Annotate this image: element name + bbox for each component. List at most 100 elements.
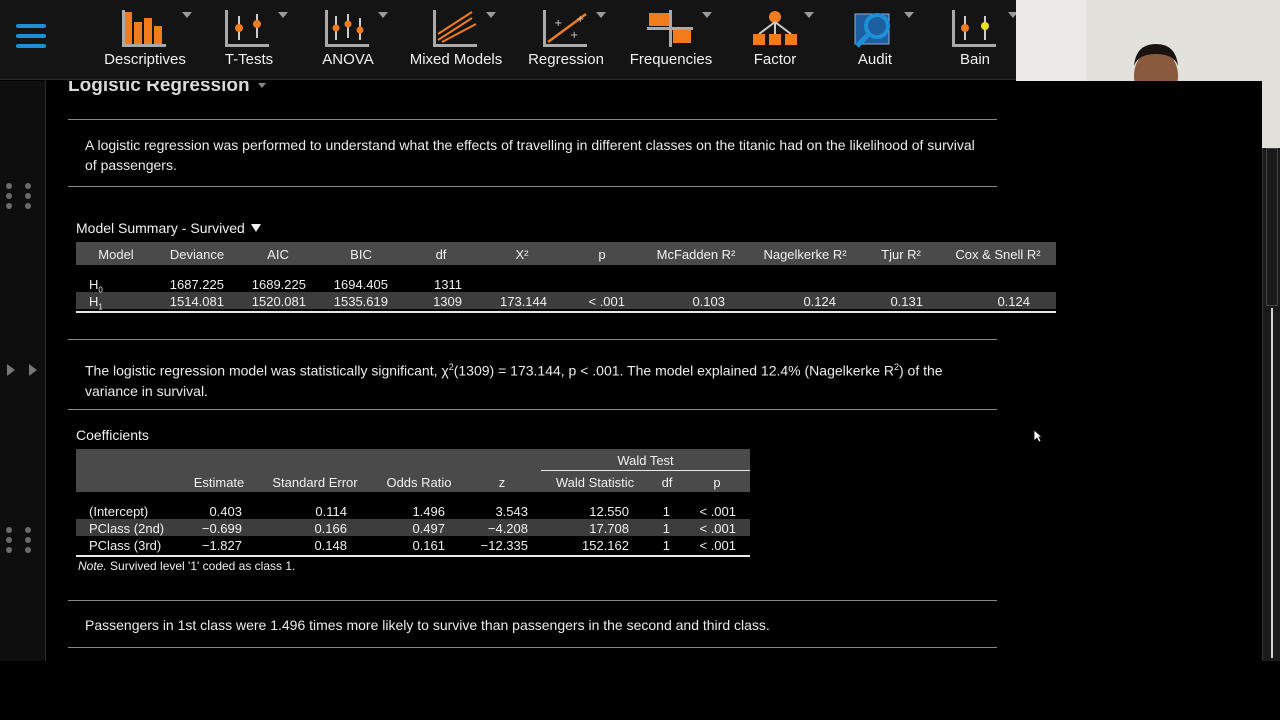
chevron-down-icon	[486, 12, 496, 18]
table-cell: 0.161	[412, 538, 445, 553]
table-bottom-rule	[76, 311, 1056, 313]
drag-handle-icon[interactable]	[6, 183, 36, 213]
factor-module-button[interactable]: Factor	[744, 8, 814, 72]
interpretation-text: ) of the	[899, 362, 943, 379]
interpretation-note-1: The logistic regression model was statis…	[85, 357, 985, 401]
chevron-down-icon	[702, 12, 712, 18]
interpretation-text: variance in survival.	[85, 382, 208, 399]
table-cell-term: PClass (3rd)	[89, 538, 162, 553]
footnote-label: Note.	[78, 559, 107, 573]
module-label: Bain	[959, 51, 991, 68]
factor-icon	[753, 11, 797, 45]
column-header: Standard Error	[272, 475, 358, 490]
column-header: df	[435, 247, 447, 262]
chevron-down-icon	[804, 12, 814, 18]
table-cell: < .001	[699, 538, 736, 553]
model-summary-title[interactable]: Model Summary - Survived	[76, 220, 261, 236]
results-pane: Logistic Regression A logistic regressio…	[47, 81, 1262, 661]
column-header: z	[498, 475, 506, 490]
table-cell: 173.144	[500, 294, 547, 309]
anova-icon	[325, 10, 369, 47]
table-cell: 1687.225	[169, 277, 224, 292]
divider	[68, 647, 997, 648]
module-label: ANOVA	[322, 51, 374, 68]
column-header: Tjur R²	[881, 247, 921, 262]
table-cell: −1.827	[201, 538, 242, 553]
regression-module-button[interactable]: + + + Regression	[526, 8, 606, 72]
table-cell: 1309	[433, 294, 462, 309]
table-cell: 1535.619	[333, 294, 388, 309]
module-ribbon: Descriptives T-Tests ANOVA Mixed Models	[0, 0, 1018, 80]
table-cell: 0.497	[412, 521, 445, 536]
audit-module-button[interactable]: Audit	[848, 8, 914, 72]
model-symbol: H	[89, 294, 99, 309]
table-cell: −12.335	[480, 538, 528, 553]
scrollbar-track[interactable]	[1271, 308, 1273, 658]
module-label: Audit	[857, 51, 893, 68]
table-cell: 1520.081	[251, 294, 306, 309]
table-cell: 17.708	[589, 521, 629, 536]
table-cell: 1694.405	[333, 277, 388, 292]
bar-chart-icon	[122, 10, 166, 47]
vertical-scrollbar[interactable]	[1262, 148, 1280, 661]
interpretation-text: (1309) = 173.144, p < .001. The model ex…	[453, 362, 894, 379]
table-cell: 1311	[434, 277, 462, 292]
table-cell: 0.148	[314, 538, 347, 553]
analysis-title[interactable]: Logistic Regression	[68, 81, 266, 97]
table-cell: 0.124	[997, 294, 1030, 309]
module-label: Frequencies	[629, 51, 713, 68]
bain-module-button[interactable]: Bain	[946, 8, 1018, 72]
module-label: Mixed Models	[409, 51, 503, 68]
bain-icon	[952, 10, 996, 47]
divider	[68, 600, 997, 601]
drag-handle-icon[interactable]	[6, 527, 36, 557]
module-label: Factor	[753, 51, 797, 68]
table-cell: 1689.225	[251, 277, 306, 292]
coefficients-title[interactable]: Coefficients	[76, 427, 149, 443]
table-cell: 1.496	[412, 504, 445, 519]
divider	[68, 186, 997, 187]
column-header: Estimate	[193, 475, 245, 490]
table-cell: 152.162	[582, 538, 629, 553]
table-cell: 0.114	[315, 504, 347, 519]
table-cell: 0.166	[314, 521, 347, 536]
intro-note: A logistic regression was performed to u…	[85, 137, 975, 173]
interpretation-note-2: Passengers in 1st class were 1.496 times…	[85, 617, 770, 633]
svg-text:+: +	[570, 30, 578, 41]
divider	[68, 119, 997, 120]
hamburger-menu-icon[interactable]	[16, 24, 46, 54]
anova-module-button[interactable]: ANOVA	[312, 8, 388, 72]
column-header: McFadden R²	[656, 247, 736, 262]
audit-icon	[854, 13, 890, 48]
table-cell-term: PClass (2nd)	[89, 521, 165, 536]
table-cell: 0.103	[692, 294, 725, 309]
column-header: AIC	[267, 247, 289, 262]
t-test-icon	[225, 10, 269, 47]
interpretation-text: The logistic regression model was statis…	[85, 362, 449, 379]
column-header: Model	[98, 247, 134, 262]
divider	[68, 409, 997, 410]
module-label: Descriptives	[104, 51, 186, 68]
table-cell-model: H0	[89, 277, 103, 295]
scrollbar-thumb[interactable]	[1266, 148, 1278, 306]
column-header: Cox & Snell R²	[955, 247, 1041, 262]
table-cell: < .001	[699, 504, 736, 519]
column-header: p	[713, 475, 721, 490]
table-cell: 3.543	[495, 504, 528, 519]
chevron-down-icon	[257, 83, 266, 89]
collapse-arrows-icon[interactable]	[5, 363, 41, 377]
frequencies-module-button[interactable]: Frequencies	[626, 8, 716, 72]
chevron-down-icon	[250, 224, 261, 232]
column-header: Wald Statistic	[555, 475, 635, 490]
table-cell: 1	[662, 521, 670, 536]
table-cell: −0.699	[201, 521, 242, 536]
group-header-underline	[541, 470, 750, 471]
mouse-cursor-icon	[1033, 429, 1043, 443]
analysis-title-text: Logistic Regression	[68, 81, 250, 96]
table-bottom-rule	[76, 555, 750, 557]
descriptives-module-button[interactable]: Descriptives	[100, 8, 192, 72]
mixed-models-module-button[interactable]: Mixed Models	[408, 8, 504, 72]
table-footnote: Note. Survived level '1' coded as class …	[78, 559, 295, 573]
t-tests-module-button[interactable]: T-Tests	[212, 8, 288, 72]
chevron-down-icon	[378, 12, 388, 18]
